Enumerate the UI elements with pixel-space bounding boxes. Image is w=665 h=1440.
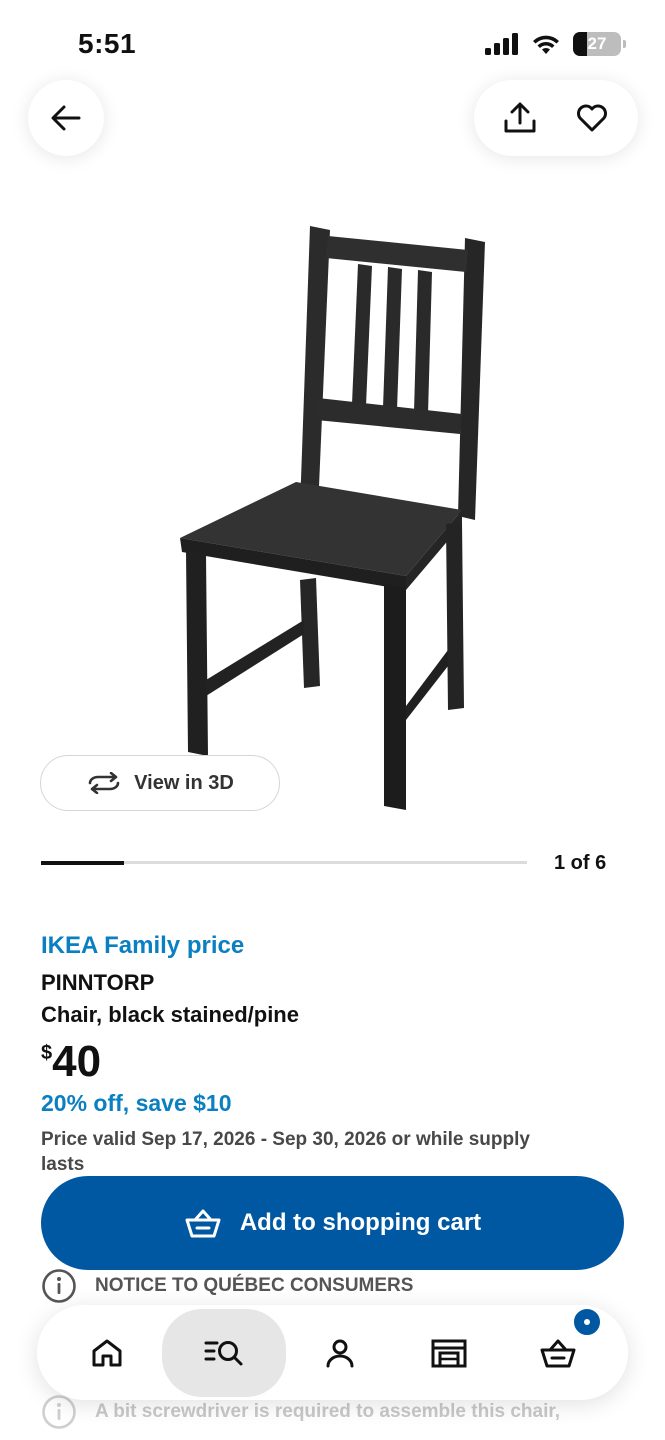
price-validity: Price valid Sep 17, 2026 - Sep 30, 2026 … xyxy=(41,1129,530,1175)
cart-icon xyxy=(540,1339,576,1367)
rotate-3d-icon xyxy=(88,772,120,794)
bottom-navigation xyxy=(37,1305,628,1400)
assembly-notice-text: A bit screwdriver is required to assembl… xyxy=(95,1401,560,1422)
nav-cart[interactable] xyxy=(503,1306,612,1393)
status-bar: 5:51 27 xyxy=(0,0,665,90)
store-icon xyxy=(431,1339,467,1367)
nav-search[interactable] xyxy=(161,1308,286,1397)
add-to-cart-button[interactable]: Add to shopping cart xyxy=(41,1176,624,1270)
quebec-notice[interactable]: NOTICE TO QUÉBEC CONSUMERS xyxy=(41,1268,413,1304)
share-icon xyxy=(504,102,536,133)
nav-profile[interactable] xyxy=(286,1313,395,1393)
back-button[interactable] xyxy=(28,80,104,156)
product-name: PINNTORP xyxy=(41,970,155,995)
info-icon xyxy=(42,1269,76,1303)
price-amount: 40 xyxy=(52,1037,102,1086)
quebec-notice-label: NOTICE TO QUÉBEC CONSUMERS xyxy=(95,1275,414,1296)
nav-home[interactable] xyxy=(53,1313,162,1393)
profile-icon xyxy=(326,1339,354,1367)
product-image[interactable] xyxy=(170,220,490,820)
heart-icon xyxy=(577,104,607,132)
view-in-3d-label: View in 3D xyxy=(134,771,234,794)
status-time: 5:51 xyxy=(78,28,137,59)
view-in-3d-button[interactable]: View in 3D xyxy=(40,755,280,811)
signal-icon xyxy=(485,33,518,55)
carousel-counter: 1 of 6 xyxy=(554,852,607,874)
battery-icon: 27 xyxy=(573,32,626,56)
discount-text: 20% off, save $10 xyxy=(41,1090,232,1116)
search-list-icon xyxy=(204,1340,243,1365)
share-button[interactable] xyxy=(490,88,550,148)
home-icon xyxy=(92,1339,122,1366)
basket-icon xyxy=(185,1209,221,1238)
cart-badge xyxy=(571,1306,602,1337)
favorite-button[interactable] xyxy=(562,88,622,148)
price-currency: $ xyxy=(41,1042,53,1064)
info-icon xyxy=(42,1395,76,1429)
product-price: $ 40 xyxy=(41,1036,101,1088)
wifi-icon xyxy=(533,35,559,54)
family-price-label[interactable]: IKEA Family price xyxy=(41,932,244,960)
add-to-cart-label: Add to shopping cart xyxy=(239,1209,482,1236)
product-actions xyxy=(474,80,638,156)
carousel-progress-fill xyxy=(41,860,124,865)
arrow-left-icon xyxy=(51,105,81,131)
status-icons: 27 xyxy=(485,32,626,56)
battery-level: 27 xyxy=(587,34,607,53)
product-description: Chair, black stained/pine xyxy=(41,1002,299,1027)
nav-stores[interactable] xyxy=(394,1313,503,1393)
carousel-progress xyxy=(41,860,527,865)
